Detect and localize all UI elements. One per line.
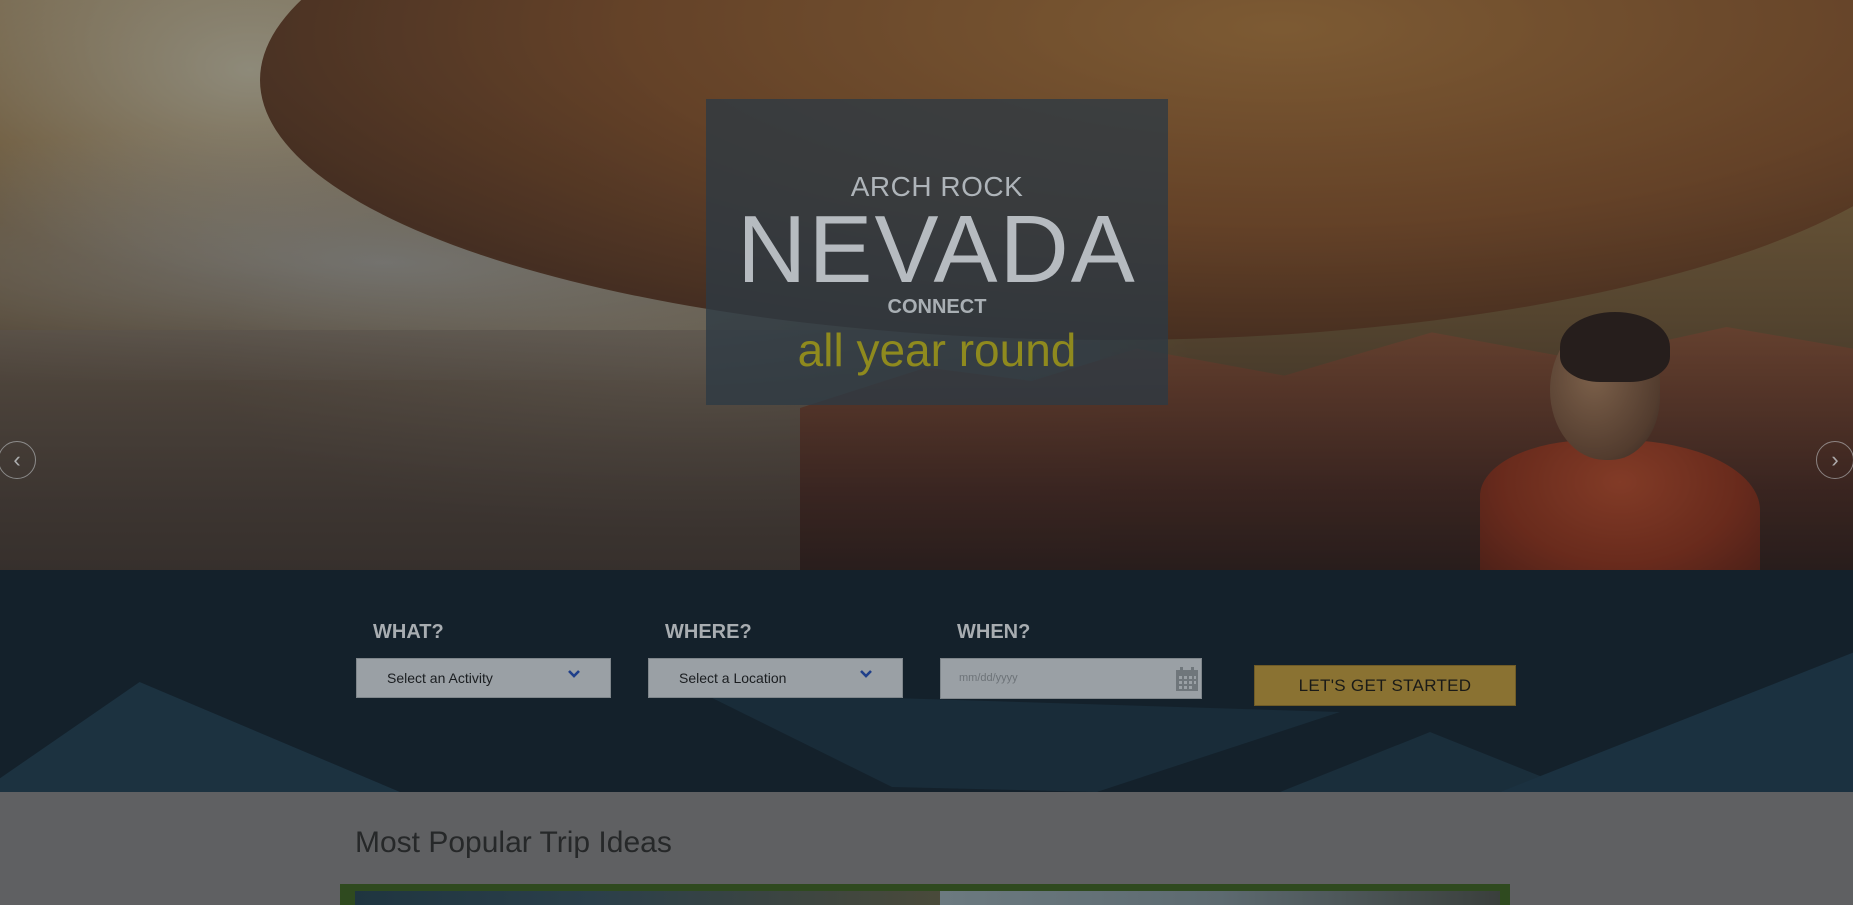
- hero-title: NEVADA: [737, 196, 1137, 303]
- decor-triangle: [700, 692, 1340, 792]
- activity-select[interactable]: Select an Activity: [356, 658, 611, 698]
- get-started-button[interactable]: LET'S GET STARTED: [1254, 665, 1516, 706]
- calendar-icon[interactable]: [1175, 666, 1199, 692]
- where-label: WHERE?: [665, 621, 752, 643]
- what-field-group: WHAT? Select an Activity: [356, 620, 611, 698]
- location-select-value: Select a Location: [679, 670, 787, 686]
- page: ‹ › ARCH ROCK NEVADA CONNECT all year ro…: [0, 0, 1853, 905]
- trip-cards-strip: [340, 884, 1510, 905]
- section-heading: Most Popular Trip Ideas: [355, 826, 672, 859]
- decor-triangle: [1500, 642, 1853, 792]
- trip-search-band: WHAT? Select an Activity WHERE? Select a…: [0, 570, 1853, 792]
- chevron-right-icon: ›: [1831, 447, 1839, 472]
- date-placeholder: mm/dd/yyyy: [959, 672, 1018, 684]
- popular-trips-section: Most Popular Trip Ideas: [0, 792, 1853, 905]
- where-field-group: WHERE? Select a Location: [648, 620, 903, 698]
- trip-card-image[interactable]: [940, 891, 1500, 905]
- trip-card-image[interactable]: [355, 891, 945, 905]
- location-select[interactable]: Select a Location: [648, 658, 903, 698]
- hero-caption-card: ARCH ROCK NEVADA CONNECT all year round: [706, 99, 1168, 405]
- hero-tagline: all year round: [797, 324, 1077, 376]
- date-input[interactable]: mm/dd/yyyy: [940, 658, 1202, 699]
- chevron-left-icon: ‹: [13, 447, 21, 472]
- when-label: WHEN?: [957, 621, 1031, 643]
- when-field-group: WHEN? mm/dd/yyyy: [940, 620, 1202, 699]
- what-label: WHAT?: [373, 621, 444, 643]
- chevron-down-icon: [860, 670, 872, 678]
- activity-select-value: Select an Activity: [387, 670, 493, 686]
- carousel-next-button[interactable]: ›: [1816, 441, 1853, 479]
- decor-triangle: [0, 682, 400, 792]
- hero-carousel: ‹ › ARCH ROCK NEVADA CONNECT all year ro…: [0, 0, 1853, 570]
- chevron-down-icon: [568, 670, 580, 678]
